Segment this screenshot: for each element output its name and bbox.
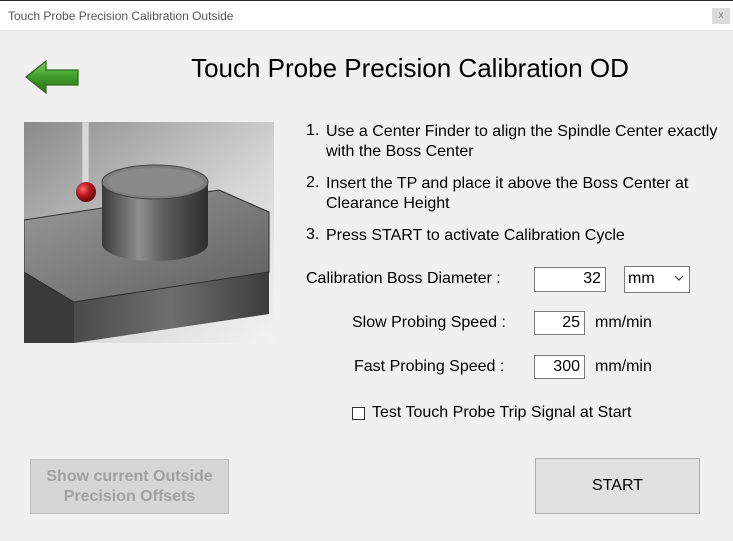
diameter-unit-value: mm <box>628 270 655 287</box>
fast-speed-input[interactable]: 300 <box>534 355 585 379</box>
boss-diameter-label: Calibration Boss Diameter : <box>306 270 501 287</box>
slow-speed-label: Slow Probing Speed : <box>352 314 506 331</box>
step-number: 3. <box>306 226 320 243</box>
chevron-down-icon <box>674 275 684 281</box>
back-arrow-icon <box>25 59 79 95</box>
fast-speed-label: Fast Probing Speed : <box>354 358 505 375</box>
step-text: Use a Center Finder to align the Spindle… <box>326 123 718 160</box>
step-text: Press START to activate Calibration Cycl… <box>326 227 625 244</box>
close-icon[interactable]: x <box>712 8 730 24</box>
window-title: Touch Probe Precision Calibration Outsid… <box>8 9 234 23</box>
step-text: Insert the TP and place it above the Bos… <box>326 175 689 212</box>
slow-speed-input[interactable]: 25 <box>534 311 585 335</box>
slow-speed-unit: mm/min <box>595 314 652 331</box>
boss-diameter-input[interactable]: 32 <box>534 267 606 292</box>
test-trip-checkbox[interactable] <box>352 407 365 420</box>
fast-speed-unit: mm/min <box>595 358 652 375</box>
boss-probe-illustration <box>23 121 274 343</box>
show-offsets-button[interactable]: Show current Outside Precision Offsets <box>30 459 229 514</box>
title-bar: Touch Probe Precision Calibration Outsid… <box>0 0 733 31</box>
title-bar-accent <box>0 0 733 1</box>
diameter-unit-select[interactable]: mm <box>624 266 690 293</box>
page-title: Touch Probe Precision Calibration OD <box>191 53 629 83</box>
back-button[interactable] <box>24 58 80 96</box>
step-number: 2. <box>306 174 320 191</box>
step-number: 1. <box>306 122 320 139</box>
test-trip-label[interactable]: Test Touch Probe Trip Signal at Start <box>372 404 631 422</box>
start-button[interactable]: START <box>535 458 700 514</box>
